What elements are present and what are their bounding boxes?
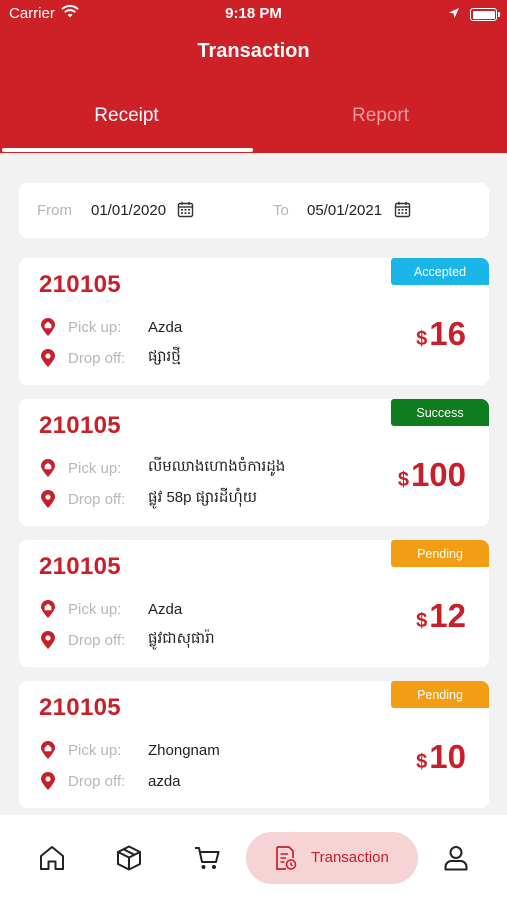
transaction-amount: $ 16 [416,315,466,353]
dropoff-pin-icon [39,348,57,368]
nav-home[interactable] [35,841,69,875]
dropoff-pin-icon [39,630,57,650]
active-tab-indicator [2,148,253,152]
transaction-id: 210105 [39,271,121,298]
dropoff-value: ផ្លូវ 58p ផ្សារដីហុំយ [148,489,258,506]
amount-value: 100 [410,456,466,493]
amount-value: 10 [429,738,466,775]
status-badge: Pending [391,681,489,708]
pickup-label: Pick up: [68,459,122,477]
pickup-row: Pick up: Azda [39,316,182,338]
status-badge: Success [391,399,489,426]
transaction-card[interactable]: 210105 Accepted Pick up: Azda Drop off: … [19,258,489,385]
amount-value: 12 [429,597,466,634]
from-label: From [37,202,72,219]
status-bar: Carrier 9:18 PM [0,0,507,28]
from-date-value[interactable]: 01/01/2020 [91,202,166,219]
pickup-value: Zhongnam [148,741,220,759]
pickup-pin-icon [39,458,57,478]
date-range-filter: From 01/01/2020 To 05/01/2021 [19,183,489,238]
dropoff-row: Drop off: ផ្លូវជាសុផារ៉ា [39,629,215,651]
currency-symbol: $ [416,610,428,632]
pickup-label: Pick up: [68,318,122,336]
to-label: To [273,202,289,219]
app-header: Carrier 9:18 PM Transaction Receipt Repo… [0,0,507,153]
receipt-icon [276,846,297,870]
dropoff-row: Drop off: azda [39,770,181,792]
tab-receipt[interactable]: Receipt [0,105,253,127]
amount-value: 16 [429,315,466,352]
dropoff-value: ផ្លូវជាសុផារ៉ា [148,630,215,647]
status-badge: Accepted [391,258,489,285]
nav-transaction[interactable]: Transaction [246,832,418,884]
transaction-card[interactable]: 210105 Success Pick up: លីមឈាងហោងចំការដូ… [19,399,489,526]
battery-icon [470,8,500,21]
status-right [448,6,500,23]
transaction-amount: $ 100 [398,456,466,494]
transaction-card[interactable]: 210105 Pending Pick up: Zhongnam Drop of… [19,681,489,808]
currency-symbol: $ [416,328,428,350]
transaction-card[interactable]: 210105 Pending Pick up: Azda Drop off: ផ… [19,540,489,667]
dropoff-label: Drop off: [68,772,126,790]
location-arrow-icon [448,6,460,23]
to-date-value[interactable]: 05/01/2021 [307,202,382,219]
pickup-row: Pick up: Zhongnam [39,739,220,761]
dropoff-row: Drop off: ផ្លូវ 58p ផ្សារដីហុំយ [39,488,257,510]
pickup-label: Pick up: [68,741,122,759]
pickup-pin-icon [39,599,57,619]
pickup-value: Azda [148,600,183,618]
transaction-id: 210105 [39,412,121,439]
home-icon [40,846,64,870]
user-icon [444,846,468,871]
transaction-amount: $ 10 [416,738,466,776]
currency-symbol: $ [416,751,428,773]
pickup-value: Azda [148,318,183,336]
transaction-amount: $ 12 [416,597,466,635]
pickup-row: Pick up: លីមឈាងហោងចំការដូង [39,457,285,479]
transaction-id: 210105 [39,553,121,580]
dropoff-pin-icon [39,771,57,791]
transaction-id: 210105 [39,694,121,721]
bottom-navigation: Transaction [0,815,507,900]
pickup-pin-icon [39,317,57,337]
nav-transaction-label: Transaction [311,849,389,866]
dropoff-label: Drop off: [68,490,126,508]
dropoff-label: Drop off: [68,349,126,367]
package-icon [117,845,141,871]
pickup-label: Pick up: [68,600,122,618]
calendar-icon[interactable] [177,201,194,218]
pickup-value: លីមឈាងហោងចំការដូង [148,458,286,475]
tab-report[interactable]: Report [254,105,507,127]
dropoff-value: ផ្សារថ្មី [148,348,181,365]
pickup-pin-icon [39,740,57,760]
status-time: 9:18 PM [225,5,282,22]
dropoff-value: azda [148,772,181,790]
nav-cart[interactable] [190,841,224,875]
page-title: Transaction [197,40,310,62]
dropoff-label: Drop off: [68,631,126,649]
cart-icon [195,847,220,869]
nav-profile[interactable] [439,841,473,875]
dropoff-row: Drop off: ផ្សារថ្មី [39,347,181,369]
dropoff-pin-icon [39,489,57,509]
currency-symbol: $ [397,469,409,491]
pickup-row: Pick up: Azda [39,598,182,620]
nav-packages[interactable] [112,841,146,875]
calendar-icon[interactable] [394,201,411,218]
status-badge: Pending [391,540,489,567]
